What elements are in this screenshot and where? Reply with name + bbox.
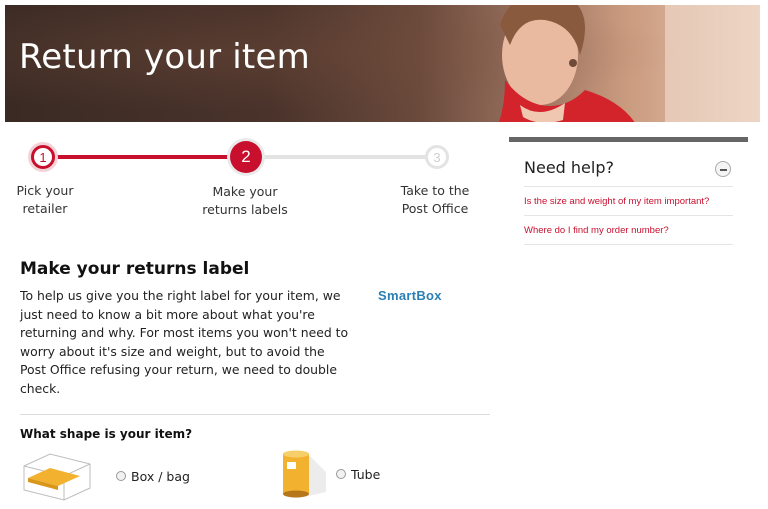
option-tube[interactable]: Tube <box>278 448 380 500</box>
intro-text: To help us give you the right label for … <box>20 288 349 396</box>
progress-stepper: 1 2 3 Pick your retailer Make your retur… <box>15 140 485 230</box>
hero-banner: Return your item <box>5 5 760 122</box>
help-link-size-weight[interactable]: Is the size and weight of my item import… <box>524 187 733 216</box>
tube-label: Tube <box>351 466 381 482</box>
step-2-label-line1: Make your <box>212 184 278 199</box>
step-3-label: Take to the Post Office <box>385 182 485 218</box>
step-2-circle: 2 <box>230 141 262 173</box>
page-title: Return your item <box>19 37 310 77</box>
collapse-icon[interactable] <box>715 161 731 177</box>
help-panel: Need help? Is the size and weight of my … <box>509 137 748 245</box>
progress-track-remaining <box>248 155 438 159</box>
tube-radio[interactable] <box>336 469 346 479</box>
box-bag-radio[interactable] <box>116 471 126 481</box>
shape-question: What shape is your item? <box>20 427 193 441</box>
step-1-label-line2: retailer <box>22 201 68 216</box>
box-bag-icon <box>23 453 91 501</box>
help-header: Need help? <box>524 142 733 187</box>
step-2-label: Make your returns labels <box>195 183 295 219</box>
step-2-label-line2: returns labels <box>202 202 288 217</box>
help-title: Need help? <box>524 158 614 177</box>
step-1-label-line1: Pick your <box>16 183 74 198</box>
retailer-logo: SmartBox <box>378 288 442 303</box>
step-3-label-line2: Post Office <box>401 201 469 216</box>
box-bag-label: Box / bag <box>131 468 190 484</box>
option-box-bag[interactable]: Box / bag <box>20 450 190 502</box>
section-title: Make your returns label <box>20 259 250 279</box>
hero-photo-woman <box>498 5 760 122</box>
step-1-label: Pick your retailer <box>5 182 85 218</box>
help-link-order-number[interactable]: Where do I find my order number? <box>524 216 733 245</box>
tube-icon <box>283 450 326 498</box>
progress-track-complete <box>43 155 248 159</box>
section-divider <box>20 414 490 415</box>
step-3-circle: 3 <box>425 145 449 169</box>
step-1-circle[interactable]: 1 <box>31 145 55 169</box>
step-3-label-line1: Take to the <box>400 183 470 198</box>
